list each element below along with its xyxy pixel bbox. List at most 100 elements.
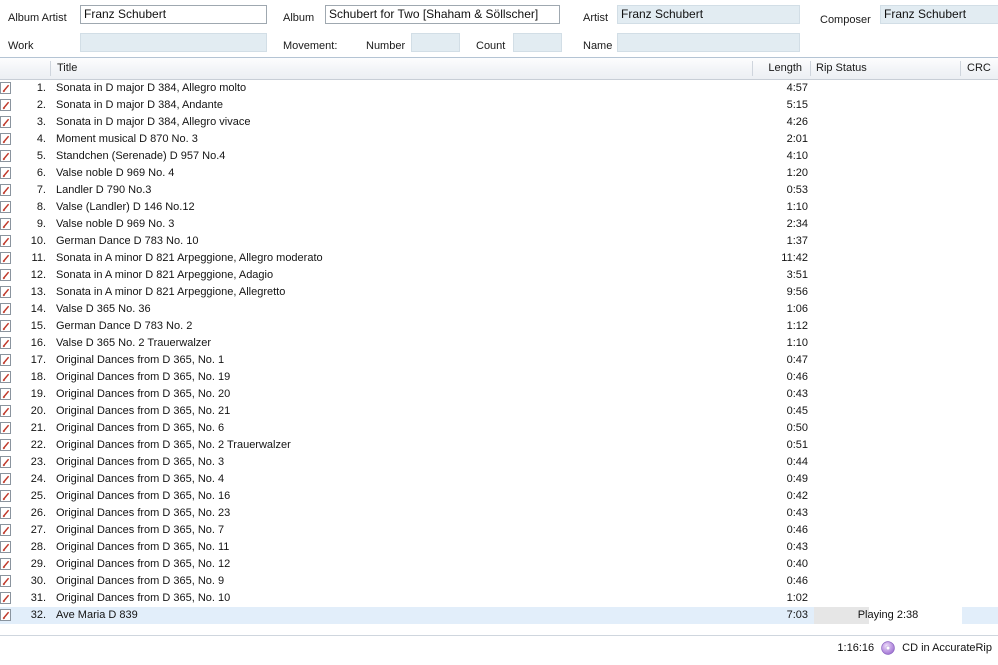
rip-status-cell [814, 267, 962, 284]
composer-input[interactable]: Franz Schubert [880, 5, 998, 24]
track-title: Moment musical D 870 No. 3 [56, 133, 198, 145]
table-row[interactable]: 5. Standchen (Serenade) D 957 No.4 4:10 [0, 148, 998, 165]
rip-progress-bar: Playing 2:38 [814, 607, 962, 624]
name-input[interactable] [617, 33, 800, 52]
track-title: Original Dances from D 365, No. 10 [56, 592, 231, 604]
table-row[interactable]: 14. Valse D 365 No. 36 1:06 [0, 301, 998, 318]
table-row[interactable]: 13. Sonata in A minor D 821 Arpeggione, A… [0, 284, 998, 301]
track-title: Valse (Landler) D 146 No.12 [56, 201, 195, 213]
work-input[interactable] [80, 33, 267, 52]
table-row[interactable]: 3. Sonata in D major D 384, Allegro vivac… [0, 114, 998, 131]
track-title: Original Dances from D 365, No. 9 [56, 575, 225, 587]
table-row[interactable]: 28. Original Dances from D 365, No. 11 0:4… [0, 539, 998, 556]
column-header-rip-status[interactable]: Rip Status [811, 58, 959, 79]
track-number: 32. [30, 609, 46, 621]
track-number: 8. [36, 201, 46, 213]
table-row[interactable]: 9. Valse noble D 969 No. 3 2:34 [0, 216, 998, 233]
rip-status-cell [814, 97, 962, 114]
table-row[interactable]: 29. Original Dances from D 365, No. 12 0:4… [0, 556, 998, 573]
rip-status-cell [814, 148, 962, 165]
track-number: 2. [36, 99, 46, 111]
album-input[interactable]: Schubert for Two [Shaham & Söllscher] [325, 5, 560, 24]
composer-label: Composer [820, 14, 871, 26]
table-row[interactable]: 31. Original Dances from D 365, No. 10 1:0… [0, 590, 998, 607]
table-row[interactable]: 21. Original Dances from D 365, No. 6 0:50 [0, 420, 998, 437]
rip-status-cell [814, 80, 962, 97]
track-length: 0:49 [786, 473, 808, 485]
table-row[interactable]: 1. Sonata in D major D 384, Allegro molto… [0, 80, 998, 97]
track-number: 11. [31, 252, 46, 264]
table-row[interactable]: 6. Valse noble D 969 No. 4 1:20 [0, 165, 998, 182]
rip-status-text: Playing 2:38 [857, 609, 919, 621]
track-length: 0:51 [786, 439, 808, 451]
track-title: Original Dances from D 365, No. 23 [56, 507, 231, 519]
track-length: 5:15 [786, 99, 808, 111]
table-row[interactable]: 8. Valse (Landler) D 146 No.12 1:10 [0, 199, 998, 216]
table-row[interactable]: 17. Original Dances from D 365, No. 1 0:47 [0, 352, 998, 369]
track-length: 0:42 [786, 490, 808, 502]
table-row[interactable]: 27. Original Dances from D 365, No. 7 0:46 [0, 522, 998, 539]
table-row[interactable]: 16. Valse D 365 No. 2 Trauerwalzer 1:10 [0, 335, 998, 352]
table-row[interactable]: 7. Landler D 790 No.3 0:53 [0, 182, 998, 199]
name-label: Name [583, 40, 613, 52]
table-row[interactable]: 25. Original Dances from D 365, No. 16 0:4… [0, 488, 998, 505]
table-row[interactable]: 24. Original Dances from D 365, No. 4 0:49 [0, 471, 998, 488]
table-row[interactable]: 20. Original Dances from D 365, No. 21 0:4… [0, 403, 998, 420]
track-title: German Dance D 783 No. 2 [56, 320, 193, 332]
table-row[interactable]: 4. Moment musical D 870 No. 3 2:01 [0, 131, 998, 148]
column-header-length[interactable]: Length [752, 58, 808, 79]
table-row[interactable]: 26. Original Dances from D 365, No. 23 0:4… [0, 505, 998, 522]
track-title: Valse D 365 No. 2 Trauerwalzer [56, 337, 212, 349]
track-number: 24. [30, 473, 46, 485]
track-title: Original Dances from D 365, No. 4 [56, 473, 225, 485]
artist-input[interactable]: Franz Schubert [617, 5, 800, 24]
table-row[interactable]: 12. Sonata in A minor D 821 Arpeggione, A… [0, 267, 998, 284]
table-row[interactable]: 23. Original Dances from D 365, No. 3 0:44 [0, 454, 998, 471]
rip-status-cell [814, 556, 962, 573]
track-title: Valse noble D 969 No. 4 [56, 167, 175, 179]
count-input[interactable] [513, 33, 562, 52]
track-number: 9. [36, 218, 46, 230]
table-row[interactable]: 15. German Dance D 783 No. 2 1:12 [0, 318, 998, 335]
rip-status-cell [814, 301, 962, 318]
table-row[interactable]: 10. German Dance D 783 No. 10 1:37 [0, 233, 998, 250]
track-number: 22. [30, 439, 46, 451]
track-number: 31. [30, 592, 46, 604]
track-length: 0:46 [786, 575, 808, 587]
rip-status-cell [814, 131, 962, 148]
track-length: 2:01 [786, 133, 808, 145]
track-length: 0:43 [786, 507, 808, 519]
track-length: 2:34 [786, 218, 808, 230]
album-artist-input[interactable]: Franz Schubert [80, 5, 267, 24]
table-row[interactable]: 30. Original Dances from D 365, No. 9 0:46 [0, 573, 998, 590]
table-row[interactable]: 19. Original Dances from D 365, No. 20 0:4… [0, 386, 998, 403]
table-row[interactable]: 2. Sonata in D major D 384, Andante 5:15 [0, 97, 998, 114]
column-header-crc[interactable]: CRC [962, 58, 998, 79]
track-title: Original Dances from D 365, No. 16 [56, 490, 231, 502]
table-row[interactable]: 18. Original Dances from D 365, No. 19 0:4… [0, 369, 998, 386]
rip-status-cell [814, 318, 962, 335]
rip-status-cell [814, 590, 962, 607]
rip-status-cell [814, 403, 962, 420]
track-title: Sonata in D major D 384, Andante [56, 99, 223, 111]
track-title: Original Dances from D 365, No. 7 [56, 524, 225, 536]
table-row[interactable]: 32. Ave Maria D 839 7:03 Playing 2:38 [0, 607, 998, 624]
track-length: 0:43 [786, 388, 808, 400]
table-row[interactable]: 22. Original Dances from D 365, No. 2 Tra… [0, 437, 998, 454]
total-time-label: 1:16:16 [837, 642, 875, 654]
track-title: Sonata in A minor D 821 Arpeggione, Adag… [56, 269, 274, 281]
track-length: 0:53 [786, 184, 808, 196]
track-title: Ave Maria D 839 [56, 609, 138, 621]
table-row[interactable]: 11. Sonata in A minor D 821 Arpeggione, A… [0, 250, 998, 267]
track-length: 1:12 [786, 320, 808, 332]
track-length: 7:03 [786, 609, 808, 621]
column-header-title[interactable]: Title [52, 58, 752, 79]
number-input[interactable] [411, 33, 460, 52]
track-number: 29. [30, 558, 46, 570]
rip-status-cell [814, 250, 962, 267]
track-number: 28. [30, 541, 46, 553]
track-length: 1:06 [786, 303, 808, 315]
rip-status-cell [814, 352, 962, 369]
album-artist-label: Album Artist [8, 12, 67, 24]
column-separator [50, 61, 51, 76]
